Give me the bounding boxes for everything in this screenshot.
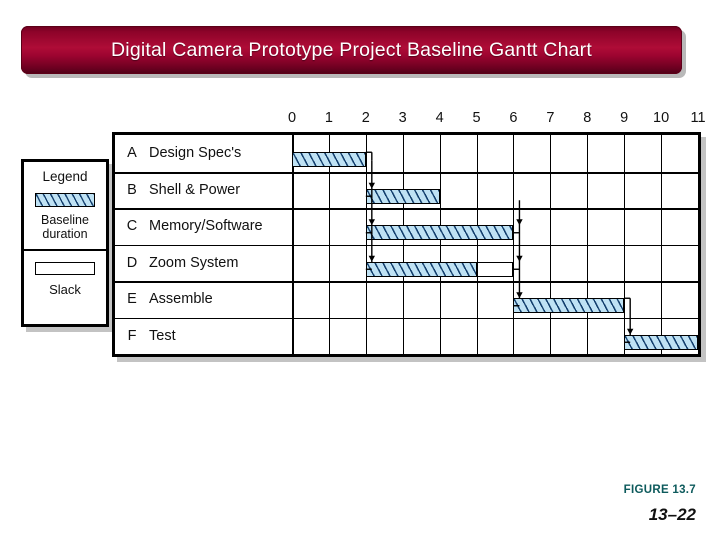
task-name-A: Design Spec's xyxy=(149,145,242,162)
gantt-row-B: B Shell & Power xyxy=(115,172,292,209)
gantt-time-axis: 0 1 2 3 4 5 6 7 8 9 10 11 xyxy=(112,110,706,132)
gantt-slack-D[interactable] xyxy=(476,261,514,277)
legend-heading: Legend xyxy=(42,169,88,184)
figure-label: FIGURE 13.7 xyxy=(623,484,696,496)
axis-tick-label-11: 11 xyxy=(690,110,706,126)
task-name-B: Shell & Power xyxy=(149,181,241,198)
gantt-bar-D[interactable] xyxy=(365,261,477,277)
legend-slack-label: Slack xyxy=(49,282,81,297)
task-key-E: E xyxy=(127,291,137,308)
legend-baseline-label: Baseline duration xyxy=(24,213,106,241)
task-key-C: C xyxy=(126,218,138,235)
axis-tick-label-0: 0 xyxy=(287,110,297,126)
axis-tick-label-10: 10 xyxy=(653,110,670,126)
gantt-bar-A[interactable] xyxy=(292,152,366,168)
task-key-B: B xyxy=(127,181,137,198)
task-key-F: F xyxy=(127,327,137,344)
gantt-bar-E[interactable] xyxy=(513,298,625,314)
axis-tick-label-7: 7 xyxy=(546,110,555,126)
axis-tick-label-4: 4 xyxy=(435,110,444,126)
gantt-chart: A Design Spec's B Shell & Power C Memory/Soft… xyxy=(112,132,701,357)
axis-tick-label-8: 8 xyxy=(583,110,592,126)
gantt-bar-B[interactable] xyxy=(365,188,440,204)
axis-tick-label-6: 6 xyxy=(509,110,518,126)
task-key-A: A xyxy=(127,145,137,162)
gantt-row-E: E Assemble xyxy=(115,281,292,318)
task-key-D: D xyxy=(126,254,138,271)
axis-tick-label-2: 2 xyxy=(361,110,370,126)
gantt-row-F: F Test xyxy=(115,318,292,355)
axis-tick-label-3: 3 xyxy=(398,110,407,126)
gantt-chart-body: A Design Spec's B Shell & Power C Memory/Soft… xyxy=(115,135,699,355)
gantt-bar-C[interactable] xyxy=(365,225,514,241)
slide-number: 13–22 xyxy=(648,505,696,524)
task-name-E: Assemble xyxy=(149,291,213,308)
gantt-row-A: A Design Spec's xyxy=(115,135,292,172)
task-name-F: Test xyxy=(149,327,176,344)
gantt-bar-F[interactable] xyxy=(624,334,698,350)
legend-box: Legend Baseline duration Slack xyxy=(21,159,109,327)
gantt-row-C: C Memory/Software xyxy=(115,208,292,245)
page-title: Digital Camera Prototype Project Baselin… xyxy=(111,38,592,61)
axis-tick-label-9: 9 xyxy=(620,110,629,126)
title-banner: Digital Camera Prototype Project Baselin… xyxy=(21,26,682,74)
legend-baseline-label-line1: Baseline xyxy=(41,213,89,227)
axis-tick-label-5: 5 xyxy=(472,110,481,126)
legend-baseline-swatch xyxy=(35,193,95,207)
task-name-D: Zoom System xyxy=(149,254,239,271)
legend-divider xyxy=(24,249,106,251)
gridline-11 xyxy=(698,135,699,354)
legend-slack-swatch xyxy=(35,262,95,275)
task-name-C: Memory/Software xyxy=(149,218,263,235)
axis-tick-label-1: 1 xyxy=(324,110,333,126)
legend-baseline-label-line2: duration xyxy=(42,227,88,241)
gantt-row-D: D Zoom System xyxy=(115,245,292,282)
